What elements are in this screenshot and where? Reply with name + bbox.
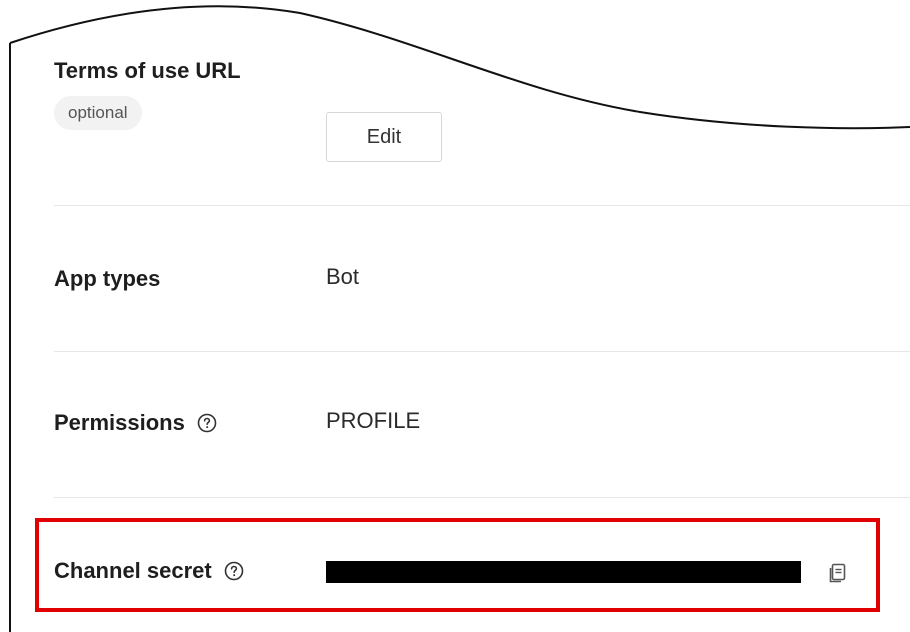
terms-of-use-row: Terms of use URL optional (54, 0, 910, 205)
app-types-row: App types Bot (54, 206, 910, 351)
help-circle-icon[interactable] (197, 413, 217, 433)
highlight-annotation-box (35, 518, 880, 612)
edit-button[interactable]: Edit (326, 112, 442, 162)
terms-of-use-label: Terms of use URL (54, 58, 241, 83)
channel-settings-panel: Terms of use URL optional Edit App types… (0, 0, 910, 632)
permissions-label-text: Permissions (54, 410, 185, 435)
permissions-row: Permissions PROFILE (54, 352, 910, 497)
app-types-label: App types (54, 266, 161, 291)
optional-badge: optional (54, 96, 142, 130)
permissions-label: Permissions (54, 410, 217, 436)
app-types-value: Bot (326, 264, 360, 289)
permissions-value: PROFILE (326, 408, 421, 433)
